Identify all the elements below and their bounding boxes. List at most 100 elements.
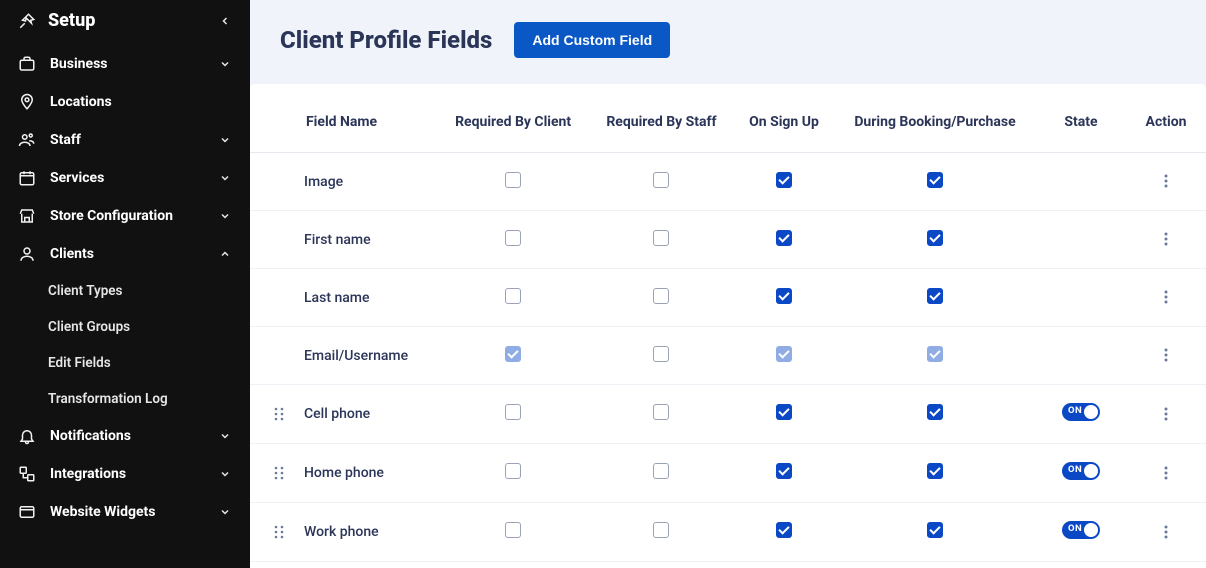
required-by-staff-checkbox[interactable]	[653, 288, 669, 304]
sidebar-item-website-widgets[interactable]: Website Widgets	[0, 493, 250, 531]
during-booking-checkbox[interactable]	[927, 172, 943, 188]
sidebar-title: Setup	[48, 10, 95, 31]
chevron-down-icon[interactable]	[218, 429, 232, 443]
sidebar-subitem-edit-fields[interactable]: Edit Fields	[0, 345, 250, 381]
state-toggle-label: ON	[1068, 405, 1082, 416]
during-booking-checkbox[interactable]	[927, 230, 943, 246]
briefcase-icon	[18, 55, 36, 73]
sidebar-item-label: Locations	[50, 94, 112, 110]
col-action: Action	[1126, 84, 1206, 153]
on-signup-checkbox[interactable]	[776, 522, 792, 538]
sidebar-subitem-transformation-log[interactable]: Transformation Log	[0, 381, 250, 417]
sidebar-item-label: Services	[50, 170, 104, 186]
row-actions-menu-icon[interactable]	[1156, 463, 1176, 483]
sidebar-item-services[interactable]: Services	[0, 159, 250, 197]
required-by-client-checkbox[interactable]	[505, 288, 521, 304]
chevron-left-icon[interactable]	[218, 14, 232, 28]
chevron-down-icon[interactable]	[218, 57, 232, 71]
required-by-client-checkbox	[505, 346, 521, 362]
row-actions-menu-icon[interactable]	[1156, 171, 1176, 191]
table-row: BirthdayON	[250, 562, 1206, 568]
sidebar-item-label: Business	[50, 56, 107, 72]
col-during-booking: During Booking/Purchase	[834, 84, 1036, 153]
sidebar-item-label: Integrations	[50, 466, 126, 482]
sidebar-item-label: Store Configuration	[50, 208, 173, 224]
chevron-down-icon[interactable]	[218, 505, 232, 519]
sidebar-header: Setup	[0, 0, 250, 45]
required-by-staff-checkbox[interactable]	[653, 172, 669, 188]
required-by-staff-checkbox[interactable]	[653, 463, 669, 479]
page-title: Client Profile Fields	[280, 26, 492, 54]
drag-handle-icon[interactable]	[274, 407, 288, 421]
state-toggle-label: ON	[1068, 464, 1082, 475]
chevron-down-icon[interactable]	[218, 171, 232, 185]
sidebar-item-locations[interactable]: Locations	[0, 83, 250, 121]
sidebar-item-business[interactable]: Business	[0, 45, 250, 83]
chevron-down-icon[interactable]	[218, 209, 232, 223]
bell-icon	[18, 427, 36, 445]
required-by-client-checkbox[interactable]	[505, 522, 521, 538]
state-toggle[interactable]: ON	[1062, 462, 1100, 480]
required-by-staff-checkbox[interactable]	[653, 404, 669, 420]
sidebar-item-clients[interactable]: Clients	[0, 235, 250, 273]
pin-icon	[18, 93, 36, 111]
person-icon	[18, 245, 36, 263]
chevron-up-icon[interactable]	[218, 247, 232, 261]
row-actions-menu-icon[interactable]	[1156, 522, 1176, 542]
field-name[interactable]: Last name	[304, 290, 370, 306]
on-signup-checkbox[interactable]	[776, 463, 792, 479]
sidebar-subitem-client-types[interactable]: Client Types	[0, 273, 250, 309]
during-booking-checkbox[interactable]	[927, 522, 943, 538]
add-custom-field-button[interactable]: Add Custom Field	[514, 22, 670, 58]
integrations-icon	[18, 465, 36, 483]
required-by-client-checkbox[interactable]	[505, 404, 521, 420]
col-required-by-staff: Required By Staff	[589, 84, 734, 153]
table-row: Home phone ON	[250, 444, 1206, 503]
sidebar-subitem-client-groups[interactable]: Client Groups	[0, 309, 250, 345]
field-name[interactable]: Image	[304, 174, 343, 190]
sidebar: Setup Business Locations Staff Services Stor…	[0, 0, 250, 568]
during-booking-checkbox[interactable]	[927, 463, 943, 479]
field-name[interactable]: Work phone	[304, 524, 379, 540]
required-by-client-checkbox[interactable]	[505, 463, 521, 479]
field-name[interactable]: Cell phone	[304, 406, 370, 422]
required-by-staff-checkbox[interactable]	[653, 230, 669, 246]
required-by-client-checkbox[interactable]	[505, 172, 521, 188]
during-booking-checkbox	[927, 346, 943, 362]
row-actions-menu-icon[interactable]	[1156, 229, 1176, 249]
state-toggle[interactable]: ON	[1062, 521, 1100, 539]
chevron-down-icon[interactable]	[218, 133, 232, 147]
col-on-signup: On Sign Up	[734, 84, 834, 153]
row-actions-menu-icon[interactable]	[1156, 287, 1176, 307]
drag-handle-icon[interactable]	[274, 466, 288, 480]
chevron-down-icon[interactable]	[218, 467, 232, 481]
sidebar-item-label: Staff	[50, 132, 81, 148]
on-signup-checkbox[interactable]	[776, 404, 792, 420]
required-by-staff-checkbox[interactable]	[653, 522, 669, 538]
sidebar-item-notifications[interactable]: Notifications	[0, 417, 250, 455]
on-signup-checkbox[interactable]	[776, 288, 792, 304]
field-name[interactable]: Home phone	[304, 465, 384, 481]
table-row: Image	[250, 153, 1206, 211]
on-signup-checkbox[interactable]	[776, 172, 792, 188]
setup-icon	[18, 12, 36, 30]
col-field-name: Field Name	[250, 84, 437, 153]
row-actions-menu-icon[interactable]	[1156, 404, 1176, 424]
sidebar-item-staff[interactable]: Staff	[0, 121, 250, 159]
on-signup-checkbox[interactable]	[776, 230, 792, 246]
sidebar-item-label: Clients	[50, 246, 94, 262]
drag-handle-icon[interactable]	[274, 525, 288, 539]
during-booking-checkbox[interactable]	[927, 404, 943, 420]
row-actions-menu-icon[interactable]	[1156, 345, 1176, 365]
state-toggle[interactable]: ON	[1062, 403, 1100, 421]
sidebar-item-store-configuration[interactable]: Store Configuration	[0, 197, 250, 235]
required-by-client-checkbox[interactable]	[505, 230, 521, 246]
table-header-row: Field Name Required By Client Required B…	[250, 84, 1206, 153]
field-name[interactable]: Email/Username	[304, 348, 408, 364]
required-by-staff-checkbox[interactable]	[653, 346, 669, 362]
field-name[interactable]: First name	[304, 232, 371, 248]
on-signup-checkbox	[776, 346, 792, 362]
sidebar-item-integrations[interactable]: Integrations	[0, 455, 250, 493]
store-icon	[18, 207, 36, 225]
during-booking-checkbox[interactable]	[927, 288, 943, 304]
